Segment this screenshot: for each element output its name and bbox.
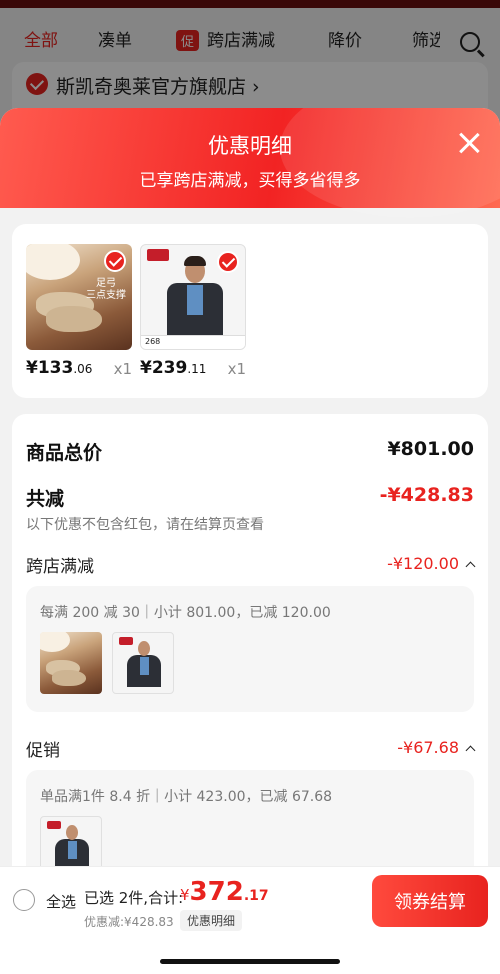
sheet-header: 优惠明细 已享跨店满减，买得多省得多 [0, 108, 500, 218]
promotion-section-value[interactable]: -¥67.68 [397, 738, 476, 757]
total-price-value: ¥801.00 [387, 438, 474, 460]
shoe-product-image[interactable]: 足弓 三点支撑 [26, 244, 132, 350]
discount-summary: 优惠减:¥428.83 [84, 915, 174, 929]
close-icon[interactable] [458, 132, 480, 154]
select-all-radio[interactable] [13, 889, 35, 911]
product-image-text: 足弓 三点支撑 [86, 278, 126, 301]
cross-store-detail-text: 每满 200 减 30｜小计 801.00，已减 120.00 [40, 605, 331, 621]
product-image-text: 268 [145, 337, 161, 346]
product-price: ¥239.11 [140, 358, 207, 378]
selected-check-icon[interactable] [104, 250, 126, 272]
product-price: ¥133.06 [26, 358, 93, 378]
home-indicator[interactable] [160, 959, 340, 964]
discount-note: 以下优惠不包含红包，请在结算页查看 [26, 517, 264, 533]
jacket-product-image[interactable]: 268 [140, 244, 246, 350]
selected-products-card: 足弓 三点支撑 ¥133.06 x1 268 ¥239.11 x1 [12, 224, 488, 398]
total-amount: ¥372.17 [180, 877, 269, 907]
checkout-bar: 全选 已选 2件,合计: ¥372.17 优惠减:¥428.83 优惠明细 领券… [0, 866, 500, 974]
product-item[interactable]: 足弓 三点支撑 ¥133.06 x1 [26, 244, 132, 378]
product-item[interactable]: 268 ¥239.11 x1 [140, 244, 246, 378]
header-decoration [280, 108, 500, 218]
discount-total-value: -¥428.83 [379, 484, 474, 506]
chevron-up-icon[interactable] [465, 745, 476, 756]
select-all-label[interactable]: 全选 [46, 891, 76, 912]
total-price-label: 商品总价 [26, 442, 103, 464]
product-quantity: x1 [227, 360, 246, 378]
promotion-section-title: 促销 [26, 741, 60, 761]
discount-detail-chip[interactable]: 优惠明细 [180, 910, 243, 931]
cross-store-section-title: 跨店满减 [26, 557, 94, 577]
cross-store-section-value[interactable]: -¥120.00 [387, 554, 476, 573]
shoe-thumbnail [40, 632, 102, 694]
checkout-button[interactable]: 领券结算 [372, 875, 488, 927]
chevron-up-icon[interactable] [465, 561, 476, 572]
promotion-detail-text: 单品满1件 8.4 折｜小计 423.00，已减 67.68 [40, 789, 333, 805]
jacket-thumbnail [112, 632, 174, 694]
sheet-title: 优惠明细 [208, 134, 292, 158]
selected-check-icon[interactable] [217, 251, 239, 273]
discount-detail-sheet: 优惠明细 已享跨店满减，买得多省得多 足弓 三点支撑 ¥133.06 x1 26… [0, 108, 500, 974]
selected-count: 已选 2件,合计: [84, 889, 184, 907]
sheet-subtitle: 已享跨店满减，买得多省得多 [139, 171, 361, 191]
brand-logo [147, 249, 169, 261]
cross-store-detail-box: 每满 200 减 30｜小计 801.00，已减 120.00 [26, 586, 474, 712]
discount-total-label: 共减 [26, 488, 65, 510]
product-quantity: x1 [113, 360, 132, 378]
